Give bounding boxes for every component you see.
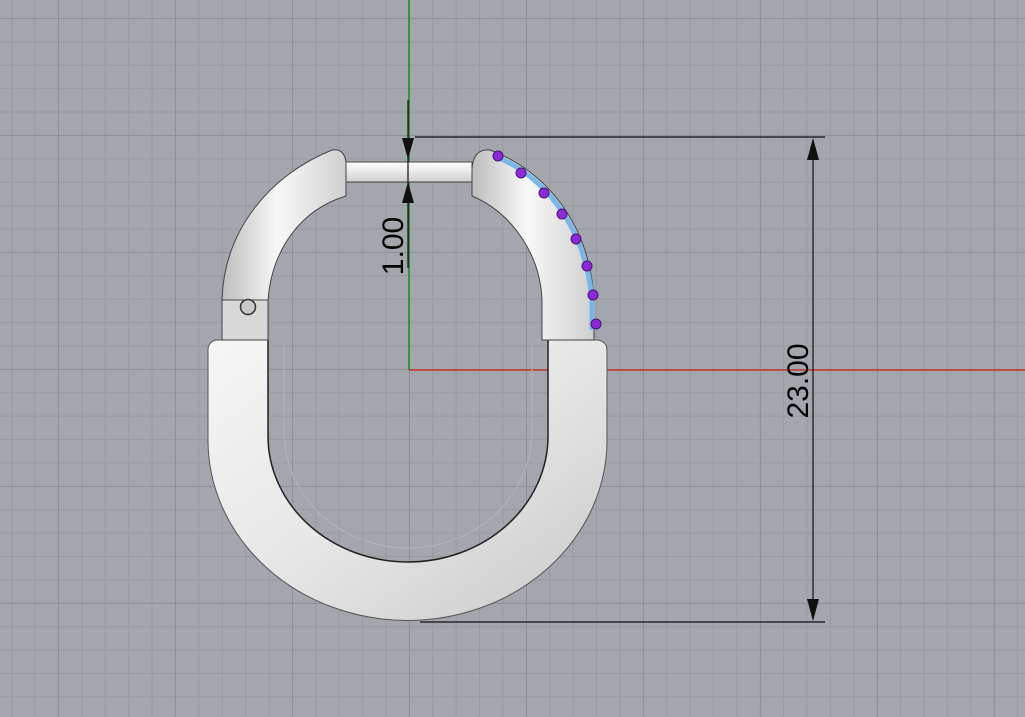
gem-stone <box>492 150 504 162</box>
viewport-grid[interactable]: 23.00 1.00 <box>0 0 1025 717</box>
arrow-head-top <box>807 138 819 160</box>
closure-bar[interactable] <box>345 161 473 183</box>
gem-stone <box>587 289 599 301</box>
gem-stone <box>515 167 527 179</box>
gap-dimension[interactable]: 1.00 <box>377 100 414 275</box>
earring-inner-bevel <box>283 345 533 549</box>
gap-arrow-top <box>402 138 414 159</box>
gap-arrow-bottom <box>402 182 414 203</box>
gem-stone <box>538 187 550 199</box>
gem-stone <box>581 260 593 272</box>
height-dimension-label[interactable]: 23.00 <box>782 343 815 418</box>
arrow-head-bottom <box>807 599 819 621</box>
hinge-pin[interactable] <box>239 298 257 316</box>
scene-canvas[interactable]: 23.00 1.00 <box>0 0 1025 717</box>
gap-dimension-label[interactable]: 1.00 <box>377 217 410 275</box>
gem-stone <box>556 208 568 220</box>
gem-stone <box>590 318 602 330</box>
gem-stone <box>570 233 582 245</box>
